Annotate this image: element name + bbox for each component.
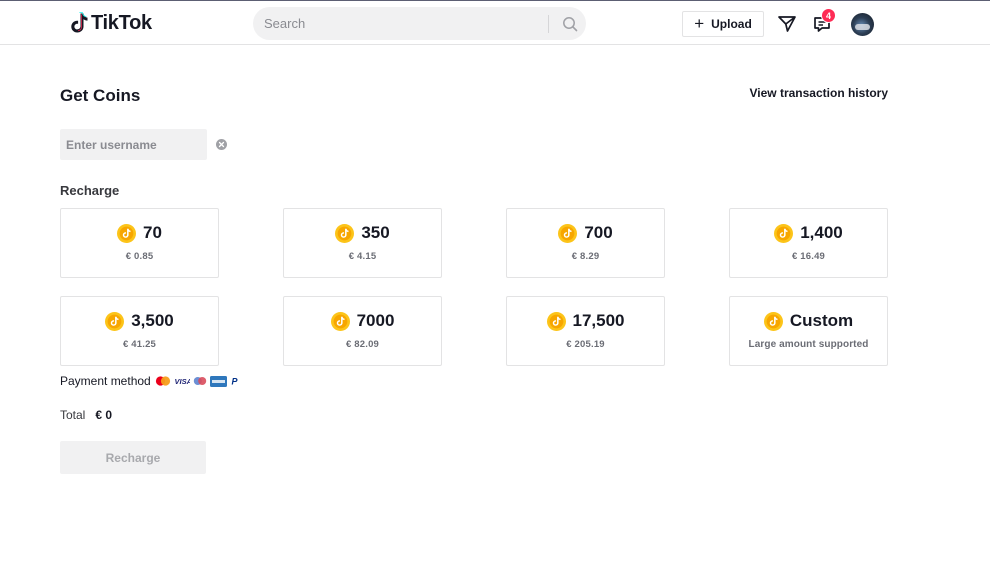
brand-name: TikTok: [91, 11, 152, 34]
coin-icon: [546, 311, 566, 331]
avatar[interactable]: [851, 13, 874, 36]
visa-icon: VISA: [174, 377, 190, 386]
amex-icon: [209, 375, 227, 387]
svg-text:P: P: [231, 377, 238, 387]
tiktok-logo-icon: [71, 12, 88, 33]
total-value: € 0: [95, 408, 113, 422]
coin-icon: [558, 223, 578, 243]
coin-icon: [105, 311, 125, 331]
svg-text:VISA: VISA: [174, 377, 190, 386]
coin-price: € 4.15: [348, 251, 377, 262]
coin-icon: [117, 223, 137, 243]
send-message-icon[interactable]: [777, 14, 797, 34]
coin-package-card[interactable]: 7000 € 82.09: [283, 296, 442, 366]
paypal-icon: P: [231, 377, 238, 387]
upload-button[interactable]: + Upload: [682, 11, 764, 37]
coin-icon: [763, 311, 783, 331]
coin-price: € 205.19: [566, 339, 605, 350]
coin-package-card[interactable]: 1,400 € 16.49: [729, 208, 888, 278]
transaction-history-link[interactable]: View transaction history: [750, 86, 889, 100]
coin-amount: 3,500: [131, 311, 174, 330]
total-row: Total € 0: [60, 408, 112, 422]
username-input[interactable]: [60, 129, 207, 160]
coin-price: € 82.09: [345, 339, 380, 350]
tiktok-logo[interactable]: TikTok: [70, 12, 152, 34]
payment-method-label: Payment method: [60, 374, 151, 388]
top-navbar: TikTok + Upload 4: [0, 1, 990, 45]
coin-package-card[interactable]: 700 € 8.29: [506, 208, 665, 278]
coin-package-card[interactable]: 3,500 € 41.25: [60, 296, 219, 366]
upload-label: Upload: [711, 17, 752, 31]
search-divider: [548, 15, 549, 33]
coin-package-grid: 70 € 0.85 350 € 4.15 700 € 8.29 1,400 € …: [60, 208, 888, 366]
clear-icon[interactable]: [216, 139, 227, 150]
coin-icon: [330, 311, 350, 331]
coin-icon: [335, 223, 355, 243]
coin-package-card[interactable]: 350 € 4.15: [283, 208, 442, 278]
search-input[interactable]: [264, 7, 544, 40]
coin-package-card[interactable]: 17,500 € 205.19: [506, 296, 665, 366]
search-button[interactable]: [553, 7, 586, 40]
coin-amount: 17,500: [572, 311, 625, 330]
page-title: Get Coins: [60, 86, 141, 105]
mastercard-icon: [155, 376, 170, 386]
coin-amount: 700: [584, 223, 613, 242]
coin-price: € 0.85: [125, 251, 154, 262]
coin-price: € 16.49: [791, 251, 826, 262]
inbox-badge: 4: [821, 8, 836, 23]
plus-icon: +: [694, 14, 705, 33]
recharge-section-label: Recharge: [60, 183, 120, 198]
payment-method-row: Payment method VISA P: [60, 374, 243, 388]
coin-price: € 8.29: [571, 251, 600, 262]
coin-amount: 70: [143, 223, 162, 242]
custom-coin-package-card[interactable]: Custom Large amount supported: [729, 296, 888, 366]
total-label: Total: [60, 408, 86, 422]
recharge-button[interactable]: Recharge: [60, 441, 206, 474]
coin-icon: [774, 223, 794, 243]
coin-amount: 350: [361, 223, 390, 242]
maestro-icon: [193, 377, 206, 385]
coin-price: Large amount supported: [748, 339, 869, 350]
search-bar: [253, 7, 586, 40]
search-icon: [562, 16, 577, 31]
coin-amount: Custom: [789, 311, 854, 330]
coin-package-card[interactable]: 70 € 0.85: [60, 208, 219, 278]
coin-amount: 1,400: [800, 223, 843, 242]
coin-amount: 7000: [356, 311, 395, 330]
coin-price: € 41.25: [122, 339, 157, 350]
